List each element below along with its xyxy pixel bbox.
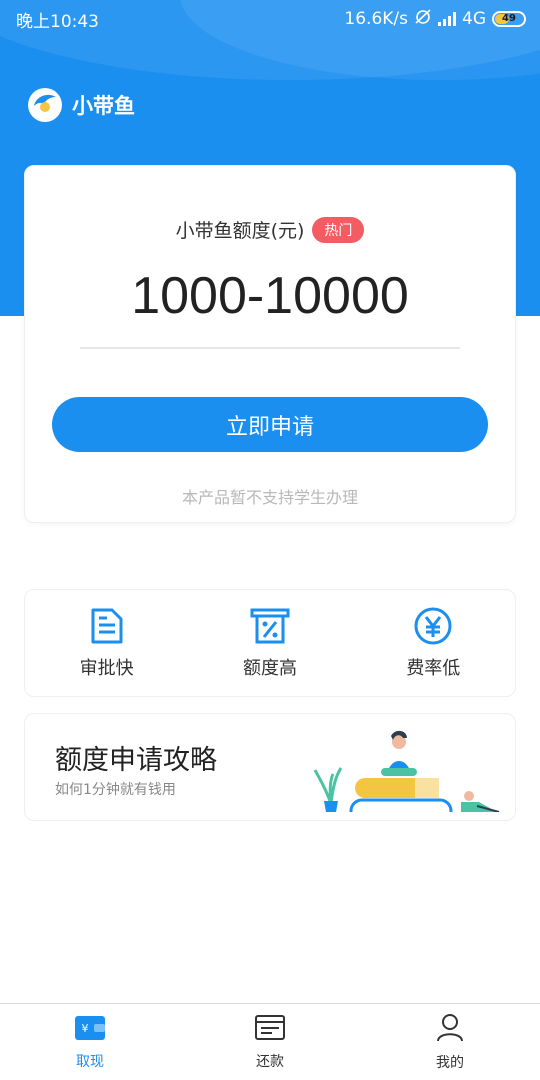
network-speed: 16.6K/s — [344, 8, 408, 29]
hot-badge: 热门 — [312, 216, 365, 243]
document-icon — [87, 606, 127, 646]
wallet-icon: ¥ — [74, 1013, 106, 1045]
signal-icon — [438, 11, 456, 26]
tab-mine[interactable]: 我的 — [360, 1004, 540, 1080]
brand-name: 小带鱼 — [72, 94, 135, 118]
user-icon — [435, 1012, 465, 1046]
svg-text:¥: ¥ — [82, 1022, 89, 1035]
feature-high-quota: 额度高 — [188, 590, 351, 696]
tab-repay[interactable]: 还款 — [180, 1004, 360, 1080]
fish-logo-icon — [28, 88, 62, 122]
status-time: 晚上10:43 — [16, 12, 99, 32]
quota-title: 小带鱼额度(元) — [175, 220, 305, 242]
student-note: 本产品暂不支持学生办理 — [181, 488, 358, 507]
tab-cash[interactable]: ¥ 取现 — [0, 1004, 180, 1080]
feature-label: 审批快 — [79, 658, 134, 679]
status-bar: 晚上10:43 16.6K/s 4G 49 — [0, 0, 540, 34]
feature-label: 额度高 — [242, 658, 297, 679]
battery-level: 49 — [502, 13, 516, 24]
apply-button[interactable]: 立即申请 — [52, 397, 488, 452]
quota-amount: 1000-10000 — [131, 267, 409, 325]
network-type: 4G — [462, 8, 486, 29]
feature-fast-approval: 审批快 — [25, 590, 188, 696]
bill-icon — [254, 1013, 286, 1045]
brand-header: 小带鱼 — [28, 88, 135, 122]
alarm-off-icon — [414, 7, 432, 30]
reading-illustration — [313, 730, 500, 812]
guide-title: 额度申请攻略 — [55, 745, 217, 776]
percent-icon — [250, 606, 290, 646]
quota-guide-card[interactable]: 额度申请攻略 如何1分钟就有钱用 — [24, 713, 516, 821]
quota-card: 小带鱼额度(元) 热门 1000-10000 立即申请 本产品暂不支持学生办理 — [24, 165, 516, 523]
features-panel: 审批快 额度高 费率低 — [24, 589, 516, 697]
battery-icon: 49 — [492, 10, 526, 27]
guide-subtitle: 如何1分钟就有钱用 — [55, 782, 176, 798]
tab-label: 取现 — [76, 1054, 104, 1070]
tab-label: 我的 — [436, 1055, 464, 1071]
divider — [80, 347, 460, 349]
tab-label: 还款 — [256, 1054, 284, 1070]
yen-icon — [413, 606, 453, 646]
status-right: 16.6K/s 4G 49 — [344, 7, 526, 30]
feature-label: 费率低 — [406, 658, 461, 679]
feature-low-rate: 费率低 — [352, 590, 515, 696]
bottom-tab-bar: ¥ 取现 还款 我的 — [0, 1003, 540, 1080]
quota-title-row: 小带鱼额度(元) 热门 — [25, 216, 515, 243]
